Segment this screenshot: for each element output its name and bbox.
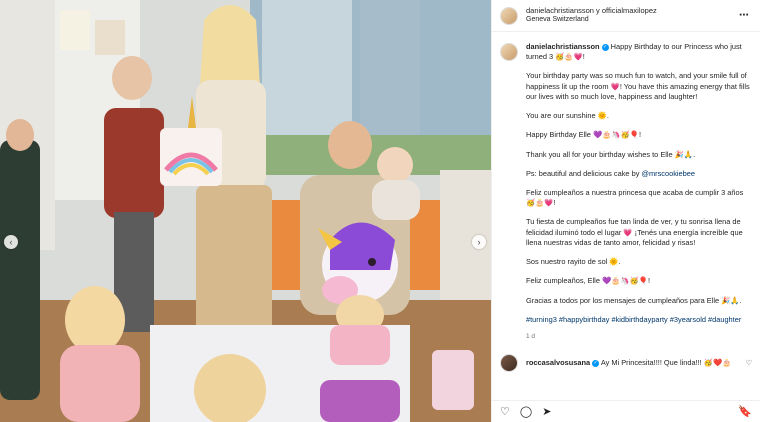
like-comment-heart-icon[interactable]: ♡ xyxy=(746,359,752,367)
more-options-icon[interactable]: ⋯ xyxy=(739,10,750,21)
avatar[interactable] xyxy=(500,6,518,25)
comment-body: Ay Mi Princesita!!!! Que linda!!! 🥳❤️🎂 xyxy=(600,358,732,368)
caption-body: danielachristiansson ✓ Happy Birthday to… xyxy=(526,42,752,342)
caption-paragraph: Your birthday party was so much fun to w… xyxy=(526,71,750,101)
avatar[interactable] xyxy=(500,353,518,372)
next-photo-button[interactable]: › xyxy=(472,235,486,249)
comment-bubble-icon[interactable]: ◯ xyxy=(520,405,532,418)
verified-badge-icon: ✓ xyxy=(592,359,600,367)
birthday-party-photo xyxy=(0,0,491,422)
avatar[interactable] xyxy=(500,43,518,61)
post-side-panel: danielachristiansson y officialmaxilopez… xyxy=(491,0,760,422)
post-header: danielachristiansson y officialmaxilopez… xyxy=(492,0,760,32)
caption-paragraph: Sos nuestro rayito de sol 🌞. xyxy=(526,257,621,267)
post-timestamp[interactable]: 1 d xyxy=(526,333,752,342)
share-send-icon[interactable]: ➤ xyxy=(542,405,551,418)
post-photo[interactable]: ‹ › xyxy=(0,0,491,422)
caption-area: danielachristiansson ✓ Happy Birthday to… xyxy=(492,32,760,400)
comment-row: roccasalvosusana ✓ Ay Mi Princesita!!!! … xyxy=(500,353,752,372)
caption-paragraph: Ps: beautiful and delicious cake by @mrs… xyxy=(526,169,752,179)
caption-paragraph: Feliz cumpleaños a nuestra princesa que … xyxy=(526,187,744,208)
like-heart-icon[interactable]: ♡ xyxy=(500,405,510,418)
caption-paragraph: Tu fiesta de cumpleaños fue tan linda de… xyxy=(526,217,743,247)
post-actions-bar: ♡ ◯ ➤ 🔖 xyxy=(492,400,760,422)
caption-paragraph: Gracias a todos por los mensajes de cump… xyxy=(526,295,742,305)
post-location[interactable]: Geneva Switzerland xyxy=(526,16,657,25)
caption-paragraph: Thank you all for your birthday wishes t… xyxy=(526,149,696,159)
previous-photo-button[interactable]: ‹ xyxy=(4,235,18,249)
caption-paragraph: Happy Birthday Elle 💜🎂🦄🥳🎈! xyxy=(526,130,642,140)
save-bookmark-icon[interactable]: 🔖 xyxy=(738,405,752,418)
caption-username[interactable]: danielachristiansson xyxy=(526,42,600,51)
comment-username[interactable]: roccasalvosusana xyxy=(526,358,590,367)
post-authors[interactable]: danielachristiansson y officialmaxilopez xyxy=(526,6,657,15)
verified-badge-icon: ✓ xyxy=(601,43,609,51)
comment-text: roccasalvosusana ✓ Ay Mi Princesita!!!! … xyxy=(526,358,731,367)
caption-text: Ps: beautiful and delicious cake by xyxy=(526,168,640,178)
mention-link[interactable]: @mrscookiebee xyxy=(641,169,695,178)
caption-paragraph: Feliz cumpleaños, Elle 💜🎂🦄🥳🎈! xyxy=(526,276,651,286)
caption-paragraph: You are our sunshine 🌞. xyxy=(526,111,609,121)
chevron-left-icon: ‹ xyxy=(9,237,13,247)
hashtag-links[interactable]: #turning3 #happybirthday #kidbirthdaypar… xyxy=(526,315,752,325)
chevron-right-icon: › xyxy=(477,237,481,247)
instagram-post-modal: ‹ › danielachristiansson y officialmaxil… xyxy=(0,0,760,422)
